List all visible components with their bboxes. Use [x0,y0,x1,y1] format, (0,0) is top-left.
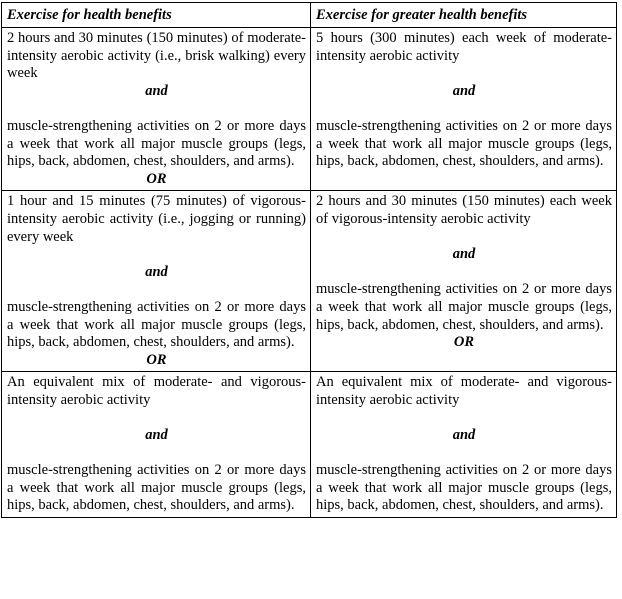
table-header: Exercise for health benefits Exercise fo… [1,2,617,28]
spacer-line [316,100,612,118]
strengthening-requirement-text: muscle-strengthening activities on 2 or … [7,462,306,514]
conjunction-and: and [145,82,168,99]
spacer-line [316,445,612,463]
aerobic-requirement-text: An equivalent mix of moderate- and vigor… [7,374,306,408]
spacer-line [316,264,612,282]
spacer-line [7,409,306,427]
aerobic-requirement-text: An equivalent mix of moderate- and vigor… [316,374,612,408]
table-row: An equivalent mix of moderate- and vigor… [1,371,617,519]
aerobic-requirement-text: 2 hours and 30 minutes (150 minutes) of … [7,30,306,82]
table-header-row: Exercise for health benefits Exercise fo… [1,2,617,28]
strengthening-requirement-text: muscle-strengthening activities on 2 or … [316,117,612,170]
cell-content: 1 hour and 15 minutes (75 minutes) of vi… [7,193,306,369]
cell-content: An equivalent mix of moderate- and vigor… [7,374,306,515]
spacer-line [316,229,612,247]
cell-row1-left: 2 hours and 30 minutes (150 minutes) of … [1,26,311,192]
cell-row3-left: An equivalent mix of moderate- and vigor… [1,371,311,519]
conjunction-or: OR [146,351,167,368]
cell-content: An equivalent mix of moderate- and vigor… [316,374,612,515]
strengthening-requirement-text: muscle-strengthening activities on 2 or … [7,117,306,170]
conjunction-and: and [145,263,168,280]
spacer-line [7,445,306,463]
column-header-greater-health-benefits: Exercise for greater health benefits [310,2,617,28]
strengthening-requirement-text: muscle-strengthening activities on 2 or … [316,281,612,333]
exercise-recommendations-table: Exercise for health benefits Exercise fo… [1,2,617,519]
aerobic-requirement-text: 2 hours and 30 minutes (150 minutes) eac… [316,193,612,227]
aerobic-requirement-text: 5 hours (300 minutes) each week of moder… [316,30,612,64]
conjunction-and: and [145,427,168,444]
strengthening-requirement-text: muscle-strengthening activities on 2 or … [316,462,612,514]
strengthening-requirement-text: muscle-strengthening activities on 2 or … [7,298,306,351]
spacer-line [316,65,612,83]
cell-row2-left: 1 hour and 15 minutes (75 minutes) of vi… [1,190,311,373]
cell-content: 2 hours and 30 minutes (150 minutes) of … [7,30,306,188]
column-header-health-benefits: Exercise for health benefits [1,2,311,28]
table-row: 1 hour and 15 minutes (75 minutes) of vi… [1,190,617,373]
conjunction-and: and [452,246,476,263]
cell-row1-right: 5 hours (300 minutes) each week of moder… [310,26,617,192]
spacer-line [7,281,306,299]
cell-content: 2 hours and 30 minutes (150 minutes) eac… [316,193,612,351]
spacer-line [7,246,306,264]
conjunction-or: OR [146,170,167,187]
conjunction-and: and [452,427,476,444]
table-body: 2 hours and 30 minutes (150 minutes) of … [1,26,617,519]
cell-row2-right: 2 hours and 30 minutes (150 minutes) eac… [310,190,617,373]
conjunction-and: and [452,82,476,99]
cell-content: 5 hours (300 minutes) each week of moder… [316,30,612,171]
conjunction-or: OR [453,334,475,351]
table-row: 2 hours and 30 minutes (150 minutes) of … [1,26,617,192]
aerobic-requirement-text: 1 hour and 15 minutes (75 minutes) of vi… [7,193,306,245]
spacer-line [7,100,306,118]
spacer-line [316,409,612,427]
cell-row3-right: An equivalent mix of moderate- and vigor… [310,371,617,519]
